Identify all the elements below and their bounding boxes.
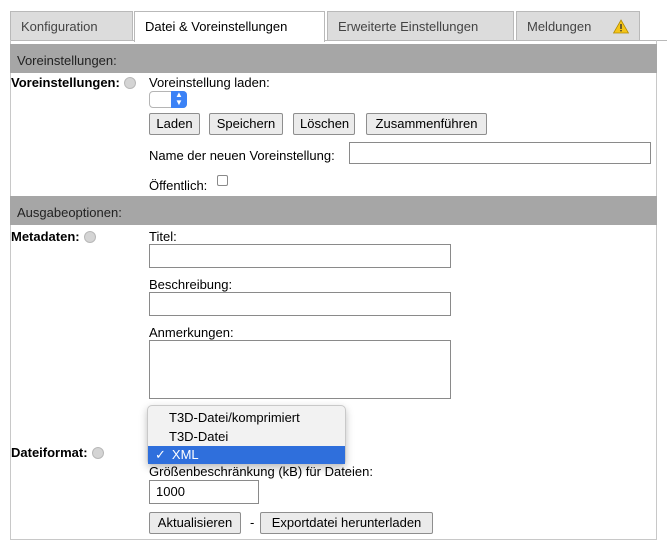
merge-button[interactable]: Zusammenführen (366, 113, 487, 135)
tab-konfiguration[interactable]: Konfiguration (10, 11, 133, 40)
format-option-xml[interactable]: ✓ XML (148, 446, 345, 464)
metadata-label-text: Metadaten: (11, 229, 80, 244)
fileformat-label-text: Dateiformat: (11, 445, 88, 460)
new-preset-name-input[interactable] (349, 142, 651, 164)
new-preset-name-label: Name der neuen Voreinstellung: (149, 148, 335, 163)
separator-text: - (250, 515, 255, 530)
notes-textarea[interactable] (149, 340, 451, 399)
presets-label-text: Voreinstellungen: (11, 75, 120, 90)
title-input[interactable] (149, 244, 451, 268)
download-export-button[interactable]: Exportdatei herunterladen (260, 512, 433, 534)
size-limit-label: Größenbeschränkung (kB) für Dateien: (149, 464, 373, 479)
title-label: Titel: (149, 229, 177, 244)
load-preset-label: Voreinstellung laden: (149, 75, 270, 90)
fileformat-dropdown[interactable]: T3D-Datei/komprimiert T3D-Datei ✓ XML (147, 405, 346, 465)
chevron-updown-icon: ▲ ▼ (171, 91, 187, 108)
format-option-t3d[interactable]: T3D-Datei (148, 428, 345, 446)
tab-meldungen[interactable]: Meldungen (516, 11, 640, 40)
format-option-t3d-compressed[interactable]: T3D-Datei/komprimiert (148, 409, 345, 427)
metadata-row-label: Metadaten: (11, 229, 96, 244)
presets-row-label: Voreinstellungen: (11, 75, 136, 90)
section-header-output: Ausgabeoptionen: (10, 196, 657, 225)
notes-label: Anmerkungen: (149, 325, 234, 340)
help-icon[interactable] (83, 230, 96, 243)
format-option-label: XML (171, 447, 199, 462)
description-input[interactable] (149, 292, 451, 316)
warning-icon (613, 19, 629, 34)
description-label: Beschreibung: (149, 277, 233, 292)
help-icon[interactable] (123, 76, 136, 89)
size-limit-input[interactable]: 1000 (149, 480, 259, 504)
tab-label: Meldungen (527, 19, 592, 34)
fileformat-row-label: Dateiformat: (11, 445, 104, 460)
help-icon[interactable] (91, 446, 104, 459)
preset-select[interactable]: ▲ ▼ (149, 91, 187, 108)
tab-bar: Konfiguration Datei & Voreinstellungen E… (0, 0, 667, 42)
section-header-presets: Voreinstellungen: (10, 44, 657, 73)
tab-datei-voreinstellungen[interactable]: Datei & Voreinstellungen (134, 11, 325, 42)
public-label: Öffentlich: (149, 178, 208, 193)
tab-label: Konfiguration (21, 19, 98, 34)
tab-label: Erweiterte Einstellungen (338, 19, 479, 34)
checkmark-icon: ✓ (155, 447, 166, 462)
update-button[interactable]: Aktualisieren (149, 512, 241, 534)
save-button[interactable]: Speichern (209, 113, 283, 135)
tab-label: Datei & Voreinstellungen (145, 19, 288, 34)
load-button[interactable]: Laden (149, 113, 200, 135)
public-checkbox[interactable] (217, 175, 228, 186)
delete-button[interactable]: Löschen (293, 113, 355, 135)
tab-erweiterte-einstellungen[interactable]: Erweiterte Einstellungen (327, 11, 514, 40)
